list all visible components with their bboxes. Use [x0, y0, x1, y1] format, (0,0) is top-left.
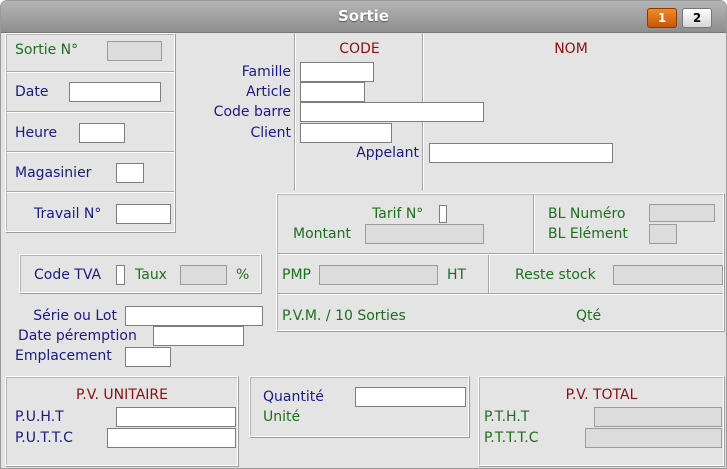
heure-field[interactable]	[79, 123, 125, 143]
tarif-no-field[interactable]	[439, 205, 447, 223]
code-column-divider-left	[294, 33, 296, 191]
code-header: CODE	[339, 41, 380, 57]
code-barre-field[interactable]	[300, 102, 484, 122]
magasinier-field[interactable]	[116, 163, 144, 183]
date-peremption-label: Date péremption	[18, 328, 137, 344]
date-peremption-field[interactable]	[153, 326, 244, 346]
quantite-field[interactable]	[355, 387, 466, 407]
bl-numero-label: BL Numéro	[548, 206, 626, 222]
sortie-no-field[interactable]	[107, 41, 162, 61]
famille-label: Famille	[241, 64, 291, 80]
reste-stock-field[interactable]	[613, 265, 723, 285]
bl-numero-field[interactable]	[649, 204, 715, 222]
qte-label: Qté	[576, 308, 602, 324]
code-tva-field[interactable]	[116, 265, 125, 285]
puht-label: P.U.H.T	[15, 409, 64, 425]
window-title: Sortie	[338, 7, 389, 25]
pmp-label: PMP	[282, 267, 311, 283]
taux-field[interactable]	[180, 265, 227, 285]
pv-unitaire-header: P.V. UNITAIRE	[76, 387, 168, 403]
date-field[interactable]	[69, 82, 161, 102]
ptttc-label: P.T.T.T.C	[484, 430, 539, 446]
code-barre-label: Code barre	[213, 104, 291, 120]
travail-no-field[interactable]	[116, 204, 171, 224]
unite-label: Unité	[263, 409, 301, 425]
taux-percent-label: %	[236, 267, 250, 283]
ptttc-field[interactable]	[585, 428, 722, 448]
reste-stock-label: Reste stock	[515, 267, 596, 283]
pmp-field[interactable]	[319, 265, 438, 285]
article-field[interactable]	[300, 82, 365, 102]
client-label: Client	[250, 125, 291, 141]
sortie-window: Sortie 1 2 Sortie N° Date Heure Magasini…	[0, 0, 727, 469]
taux-label: Taux	[135, 267, 167, 283]
serie-lot-label: Série ou Lot	[33, 308, 117, 324]
tarif-no-label: Tarif N°	[372, 206, 424, 222]
montant-field[interactable]	[365, 224, 484, 244]
emplacement-label: Emplacement	[15, 348, 112, 364]
ptht-label: P.T.H.T	[484, 409, 530, 425]
ht-label: HT	[447, 267, 467, 283]
article-label: Article	[246, 84, 291, 100]
travail-no-label: Travail N°	[34, 206, 102, 222]
bl-element-label: BL Elément	[548, 226, 628, 242]
serie-lot-field[interactable]	[125, 306, 263, 326]
sortie-no-label: Sortie N°	[15, 42, 79, 58]
pvm-label: P.V.M. / 10 Sorties	[282, 308, 406, 324]
nom-header: NOM	[554, 41, 588, 57]
bl-element-field[interactable]	[649, 224, 677, 244]
pv-total-header: P.V. TOTAL	[565, 387, 638, 403]
appelant-field[interactable]	[429, 143, 613, 163]
page-1-button[interactable]: 1	[647, 8, 677, 28]
quantite-label: Quantité	[263, 389, 324, 405]
heure-label: Heure	[15, 125, 58, 141]
page-2-button[interactable]: 2	[682, 8, 712, 28]
puht-field[interactable]	[116, 407, 236, 427]
montant-label: Montant	[293, 226, 351, 242]
puttc-field[interactable]	[107, 428, 236, 448]
famille-field[interactable]	[300, 62, 374, 82]
magasinier-label: Magasinier	[15, 165, 92, 181]
quantite-panel	[249, 376, 470, 438]
puttc-label: P.U.T.T.C	[15, 430, 73, 446]
ptht-field[interactable]	[594, 407, 722, 427]
title-bar: Sortie 1 2	[1, 1, 726, 33]
emplacement-field[interactable]	[125, 347, 171, 367]
appelant-label: Appelant	[356, 145, 419, 161]
date-label: Date	[15, 84, 49, 100]
client-field[interactable]	[300, 123, 392, 143]
code-tva-label: Code TVA	[34, 267, 102, 283]
